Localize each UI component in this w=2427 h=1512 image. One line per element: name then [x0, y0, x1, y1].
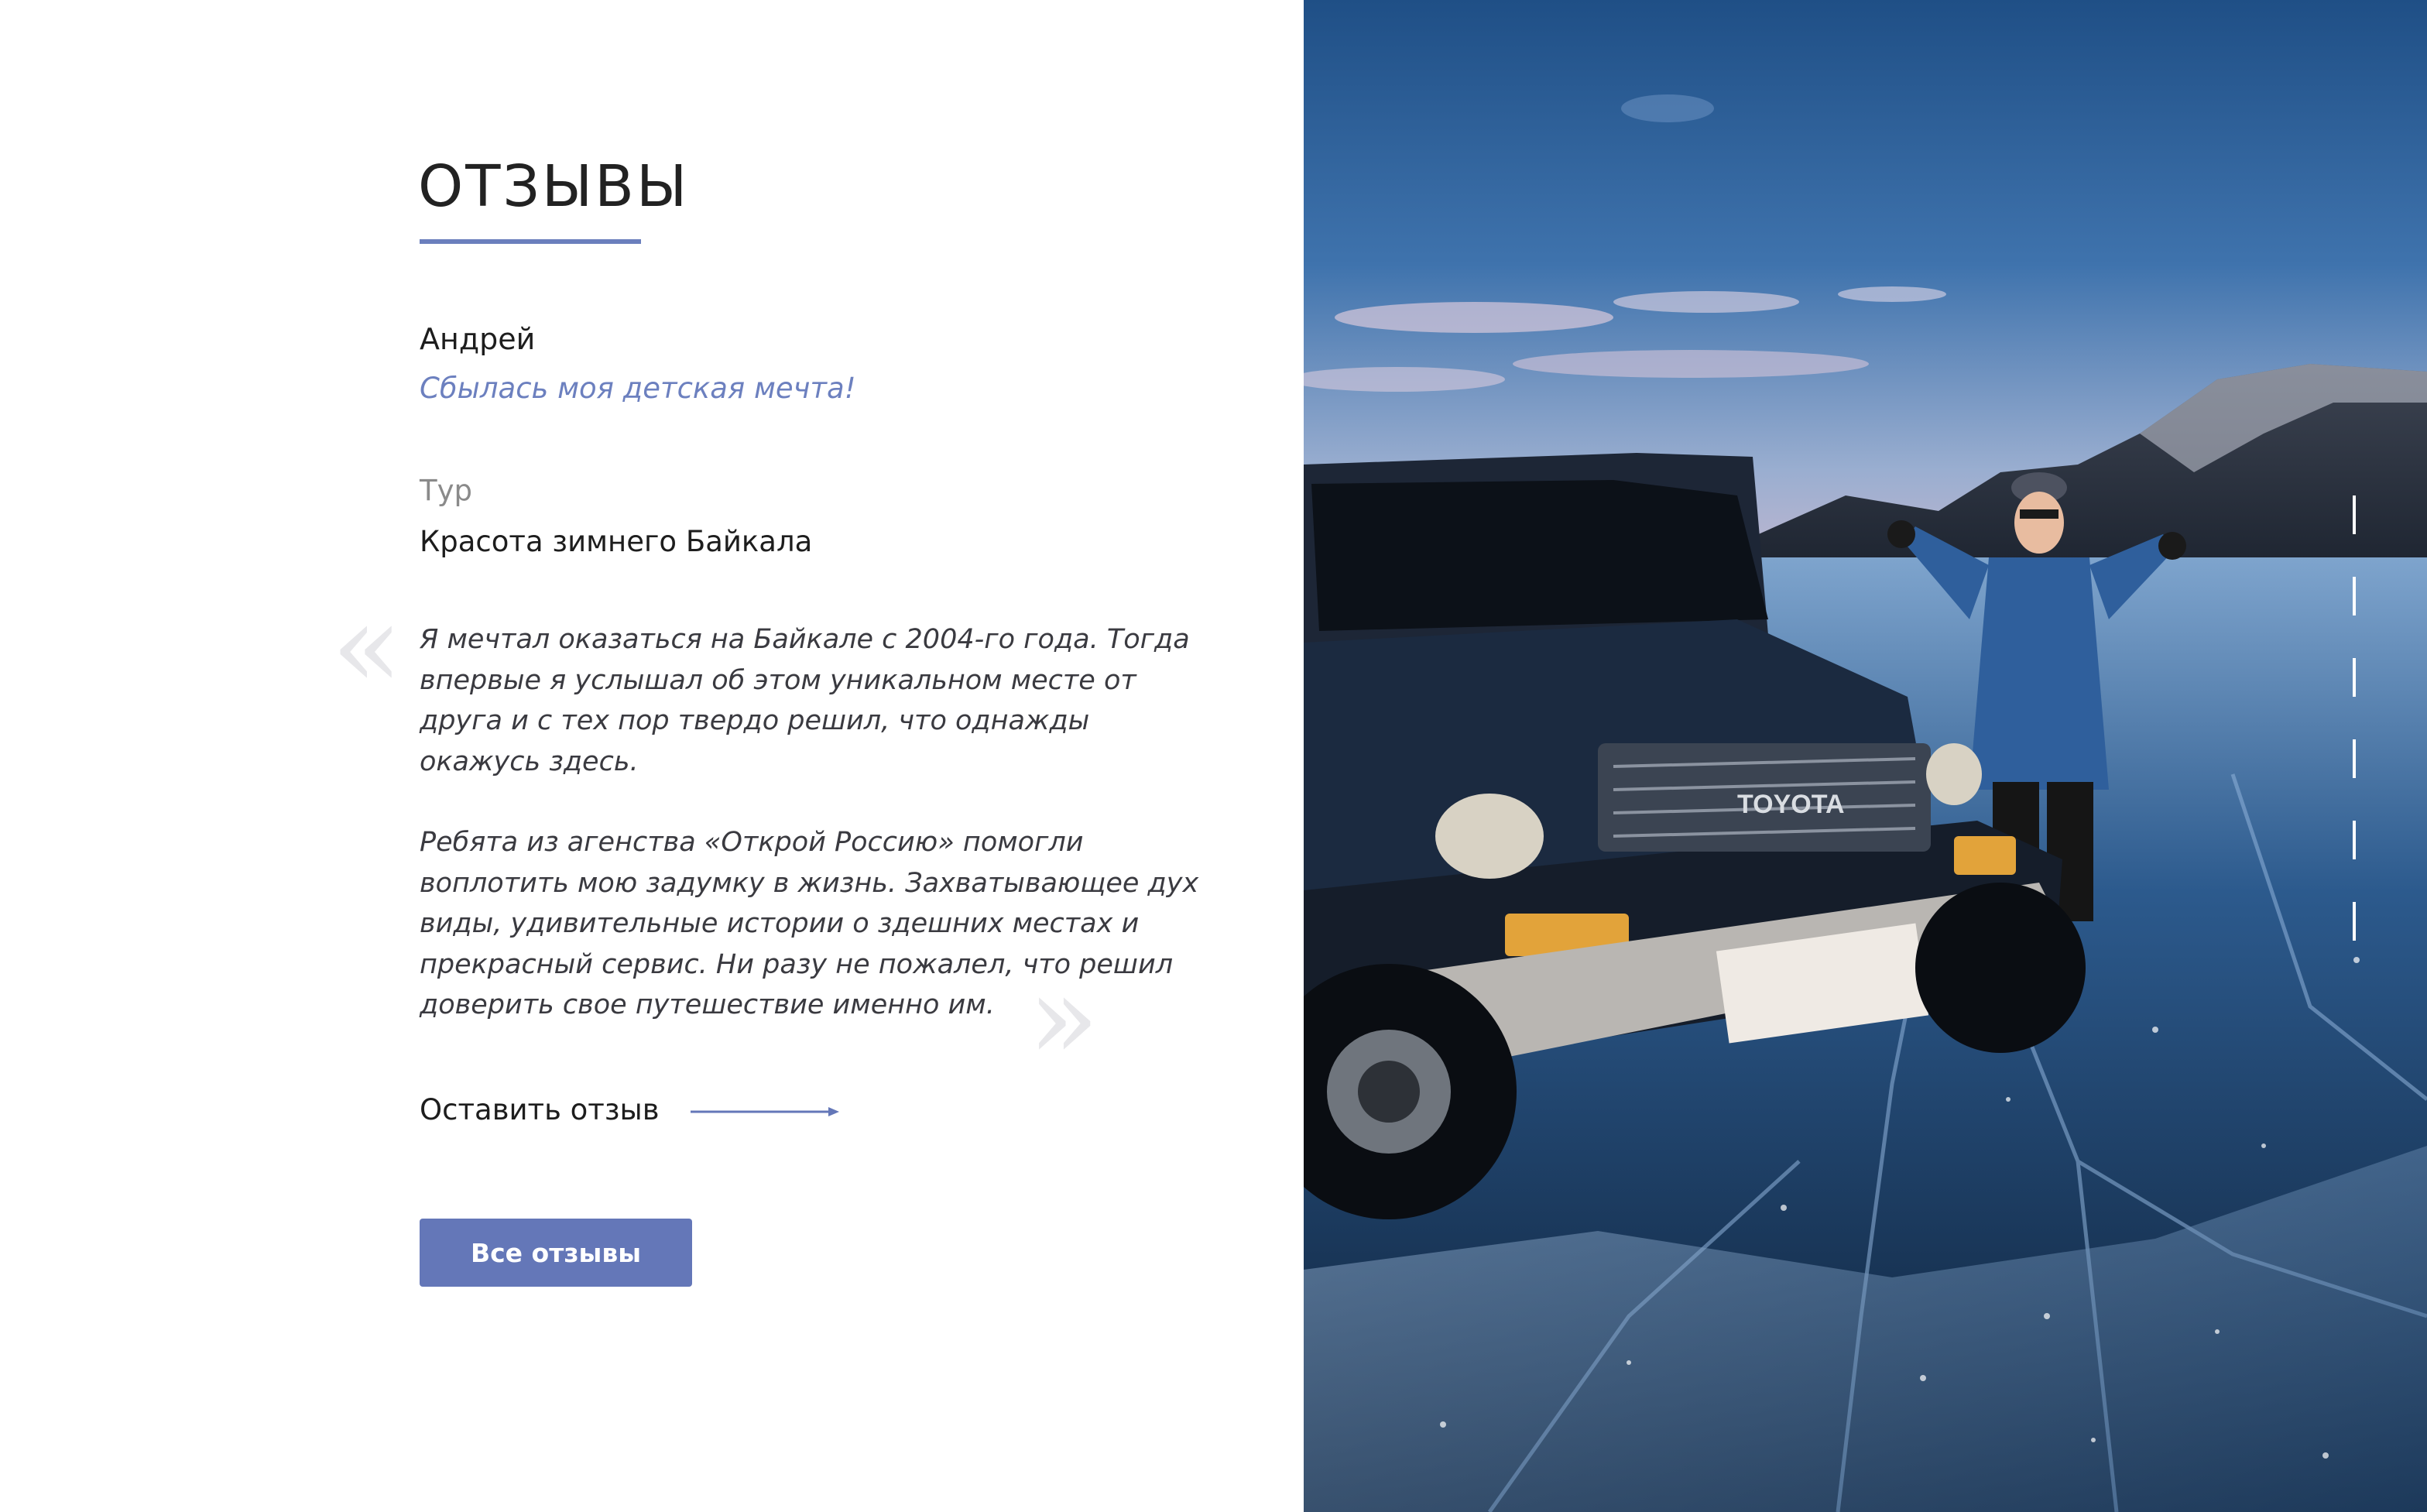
vehicle-badge: TOYOTA: [1737, 790, 1845, 819]
tour-label: Тур: [420, 474, 472, 507]
reviews-panel: ОТЗЫВЫ Андрей Сбылась моя детская мечта!…: [0, 0, 1304, 1512]
open-quote-icon: «: [331, 579, 403, 714]
arrow-right-icon: [691, 1107, 839, 1116]
close-quote-icon: »: [1028, 951, 1099, 1085]
review-headline: Сбылась моя детская мечта!: [420, 372, 856, 405]
baikal-photo: TOYOTA: [1304, 0, 2427, 1512]
section-title: ОТЗЫВЫ: [418, 153, 690, 220]
review-author: Андрей: [420, 322, 536, 356]
review-paragraph: Я мечтал оказаться на Байкале с 2004-го …: [420, 624, 1190, 777]
leave-review-link[interactable]: Оставить отзыв: [420, 1090, 853, 1130]
tour-name: Красота зимнего Байкала: [420, 525, 813, 558]
leave-review-label: Оставить отзыв: [420, 1093, 660, 1126]
title-underline: [420, 239, 641, 244]
slider-indicator: [2353, 495, 2356, 941]
all-reviews-button[interactable]: Все отзывы: [420, 1219, 692, 1287]
